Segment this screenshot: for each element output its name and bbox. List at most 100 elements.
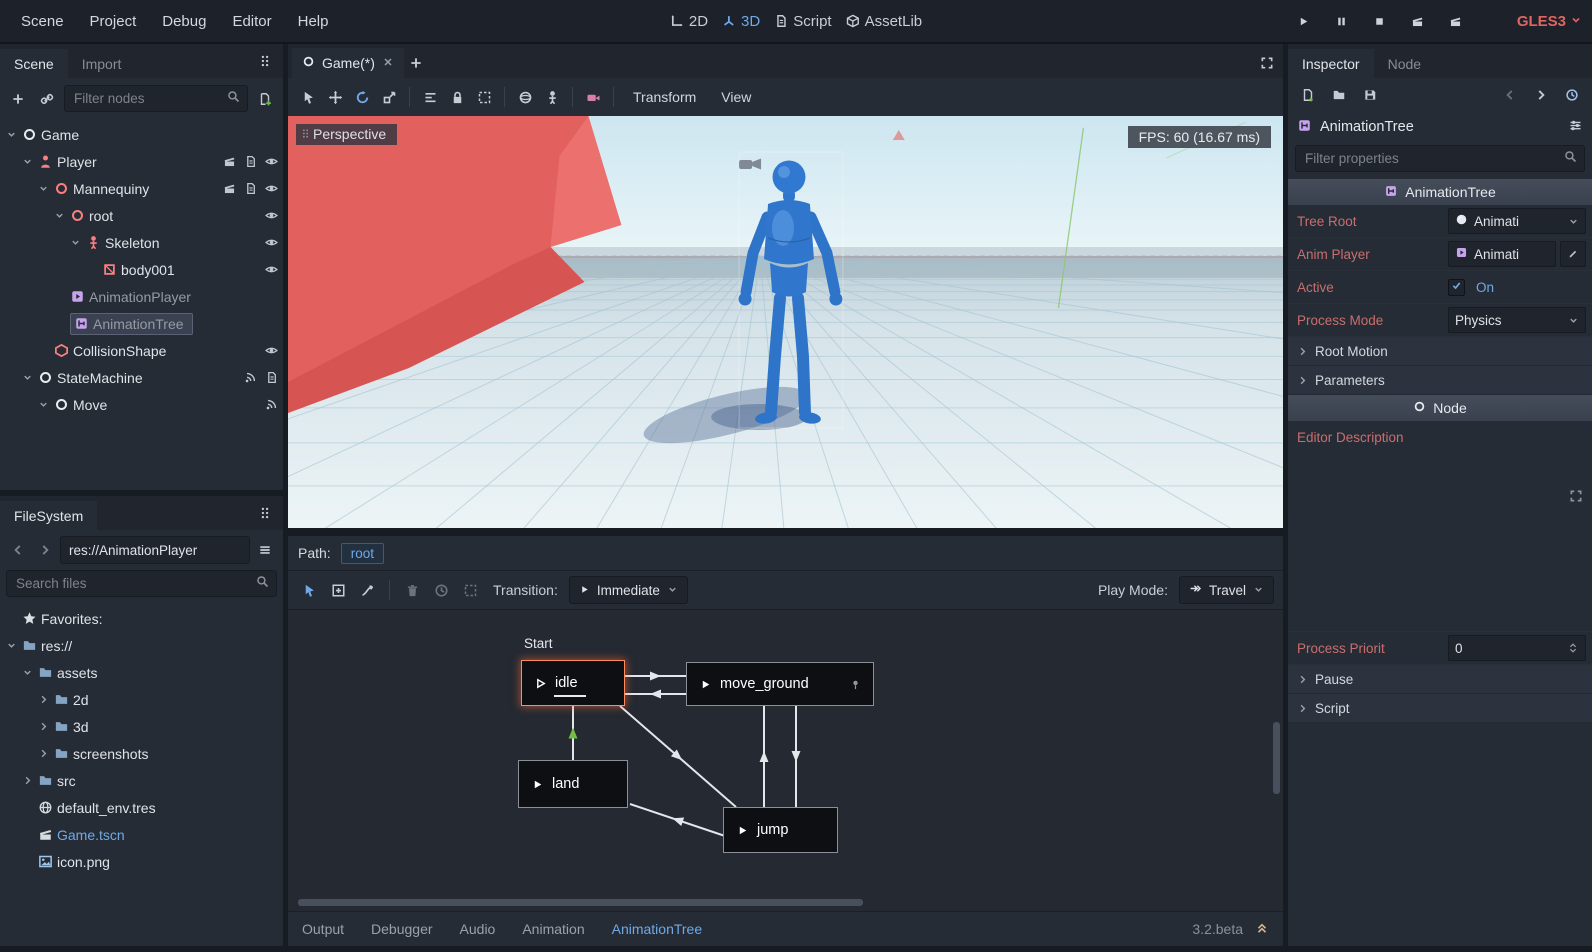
viewport-3d[interactable]: Perspective FPS: 60 (16.67 ms) (288, 116, 1283, 528)
menu-view[interactable]: View (710, 89, 762, 105)
filter-properties-input[interactable] (1303, 150, 1558, 167)
pin-icon[interactable] (850, 679, 861, 690)
group-button[interactable] (472, 85, 496, 109)
scene-tree-row[interactable]: Player (0, 148, 283, 175)
filesystem-row[interactable]: icon.png (0, 848, 283, 875)
current-path-field[interactable]: res://AnimationPlayer (60, 536, 250, 564)
end-node-button[interactable] (458, 578, 482, 602)
menu-debug[interactable]: Debug (149, 13, 219, 30)
filesystem-display-mode-icon[interactable] (253, 538, 277, 562)
menu-scene[interactable]: Scene (8, 13, 77, 30)
play-custom-scene-button[interactable] (1443, 9, 1467, 33)
scene-tree-row[interactable]: AnimationPlayer (0, 283, 283, 310)
eye-icon[interactable] (265, 263, 278, 276)
menu-help[interactable]: Help (285, 13, 342, 30)
filesystem-row[interactable]: default_env.tres (0, 794, 283, 821)
pause-button[interactable] (1329, 9, 1353, 33)
save-resource-button[interactable] (1358, 83, 1382, 107)
filesystem-row[interactable]: screenshots (0, 740, 283, 767)
tree-expand-icon[interactable] (36, 748, 50, 759)
scene-tree-row[interactable]: Skeleton (0, 229, 283, 256)
signal-icon[interactable] (244, 371, 257, 384)
transition-dropdown[interactable]: Immediate (569, 576, 688, 604)
statusbar-output[interactable]: Output (302, 921, 344, 937)
filesystem-row[interactable]: res:// (0, 632, 283, 659)
scene-tree-row[interactable]: Game (0, 121, 283, 148)
scene-tree-row[interactable]: body001 (0, 256, 283, 283)
scene-tree-row[interactable]: root (0, 202, 283, 229)
tree-collapse-icon[interactable] (52, 210, 66, 221)
scene-tree-row[interactable]: Mannequiny (0, 175, 283, 202)
play-button[interactable] (1291, 9, 1315, 33)
eye-icon[interactable] (265, 209, 278, 222)
history-back-icon[interactable] (6, 538, 30, 562)
load-resource-button[interactable] (1327, 83, 1351, 107)
dock-menu-icon[interactable] (253, 501, 277, 525)
inspector-tools-icon[interactable] (1568, 118, 1583, 137)
tab-game-scene[interactable]: Game(*) (292, 48, 404, 78)
signal-icon[interactable] (265, 398, 278, 411)
tab-scene[interactable]: Scene (0, 49, 68, 78)
filter-nodes-input[interactable] (72, 90, 221, 107)
new-resource-button[interactable] (1296, 83, 1320, 107)
filesystem-row[interactable]: assets (0, 659, 283, 686)
camera-preview-button[interactable] (581, 85, 605, 109)
expand-description-icon[interactable] (1569, 489, 1583, 508)
tree-collapse-icon[interactable] (20, 372, 34, 383)
eye-icon[interactable] (265, 236, 278, 249)
statusbar-audio[interactable]: Audio (460, 921, 496, 937)
state-node-land[interactable]: land (518, 760, 628, 808)
category-animationtree[interactable]: AnimationTree (1288, 179, 1592, 205)
distraction-free-icon[interactable] (1255, 48, 1279, 78)
tab-import[interactable]: Import (68, 49, 136, 78)
prev-object-button[interactable] (1498, 83, 1522, 107)
tree-collapse-icon[interactable] (36, 399, 50, 410)
assign-node-path-button[interactable] (1560, 241, 1586, 267)
add-node-button[interactable] (6, 87, 30, 111)
delete-node-button[interactable] (400, 578, 424, 602)
category-node[interactable]: Node (1288, 395, 1592, 421)
tree-collapse-icon[interactable] (20, 156, 34, 167)
close-tab-icon[interactable] (382, 55, 394, 71)
menu-editor[interactable]: Editor (219, 13, 284, 30)
menu-project[interactable]: Project (77, 13, 150, 30)
active-on-label[interactable]: On (1476, 280, 1494, 295)
filesystem-row[interactable]: Game.tscn (0, 821, 283, 848)
tree-collapse-icon[interactable] (36, 183, 50, 194)
scene-tree-row[interactable]: StateMachine (0, 364, 283, 391)
workspace-3d[interactable]: 3D (722, 13, 760, 30)
tab-node[interactable]: Node (1374, 49, 1435, 78)
group-root-motion[interactable]: Root Motion (1288, 337, 1592, 366)
horizontal-scrollbar[interactable] (298, 899, 863, 906)
selected-node-box[interactable]: AnimationTree (70, 313, 193, 335)
active-checkbox[interactable] (1448, 279, 1465, 296)
dock-menu-icon[interactable] (253, 49, 277, 73)
skeleton-options-button[interactable] (540, 85, 564, 109)
tree-expand-icon[interactable] (20, 775, 34, 786)
state-machine-graph[interactable]: Startidlemove_groundlandjump (288, 610, 1283, 911)
statusbar-debugger[interactable]: Debugger (371, 921, 433, 937)
tree-collapse-icon[interactable] (4, 640, 18, 651)
history-forward-icon[interactable] (33, 538, 57, 562)
clapper-icon[interactable] (223, 155, 236, 168)
connect-node-tool[interactable] (355, 578, 379, 602)
object-history-button[interactable] (1560, 83, 1584, 107)
next-object-button[interactable] (1529, 83, 1553, 107)
tree-collapse-icon[interactable] (4, 129, 18, 140)
move-tool[interactable] (323, 85, 347, 109)
lock-button[interactable] (445, 85, 469, 109)
play-mode-dropdown[interactable]: Travel (1179, 576, 1274, 604)
eye-icon[interactable] (265, 344, 278, 357)
spinner-icon[interactable] (1567, 642, 1579, 654)
auto-advance-button[interactable] (429, 578, 453, 602)
filesystem-row[interactable]: Favorites: (0, 605, 283, 632)
group-pause[interactable]: Pause (1288, 665, 1592, 694)
expand-bottom-panel-icon[interactable] (1255, 921, 1269, 938)
group-parameters[interactable]: Parameters (1288, 366, 1592, 395)
search-files-input[interactable] (14, 575, 250, 592)
filesystem-row[interactable]: src (0, 767, 283, 794)
tab-inspector[interactable]: Inspector (1288, 49, 1374, 78)
clapper-icon[interactable] (223, 182, 236, 195)
menu-transform[interactable]: Transform (622, 89, 707, 105)
filesystem-row[interactable]: 3d (0, 713, 283, 740)
